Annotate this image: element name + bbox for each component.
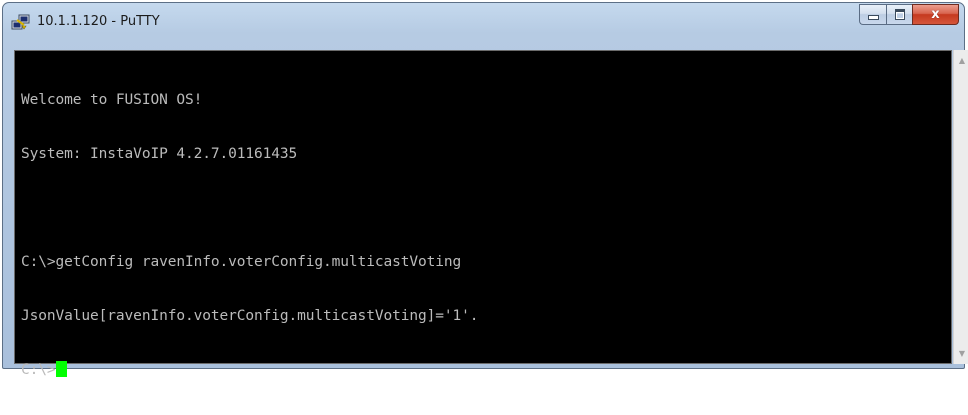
putty-icon[interactable] xyxy=(11,14,31,32)
minimize-icon xyxy=(867,15,879,20)
close-icon: x xyxy=(931,7,940,22)
terminal-text: Welcome to FUSION OS! System: InstaVoIP … xyxy=(21,55,478,415)
scroll-down-button[interactable]: ▼ xyxy=(954,345,968,362)
vertical-scrollbar[interactable]: ▲ ▼ xyxy=(953,50,968,364)
close-button[interactable]: x xyxy=(912,4,959,25)
text-cursor xyxy=(55,361,67,377)
terminal-line: C:\>getConfig ravenInfo.voterConfig.mult… xyxy=(21,254,462,270)
arrow-up-icon: ▲ xyxy=(958,56,966,65)
maximize-icon xyxy=(894,9,905,20)
terminal-output[interactable]: Welcome to FUSION OS! System: InstaVoIP … xyxy=(14,50,952,378)
terminal-line: System: InstaVoIP 4.2.7.01161435 xyxy=(21,146,298,162)
arrow-down-icon: ▼ xyxy=(958,349,966,358)
window-title: 10.1.1.120 - PuTTY xyxy=(37,14,160,29)
title-bar[interactable]: 10.1.1.120 - PuTTY x xyxy=(3,3,964,43)
terminal-line: Welcome to FUSION OS! xyxy=(21,92,203,108)
terminal-line: JsonValue[ravenInfo.voterConfig.multicas… xyxy=(21,308,479,324)
command-prompt: C:\> xyxy=(21,362,56,378)
caption-buttons: x xyxy=(859,4,959,25)
putty-window: 10.1.1.120 - PuTTY x Welcome to FUSION O… xyxy=(2,2,968,378)
prompt-line[interactable]: C:\> xyxy=(21,361,478,379)
scroll-up-button[interactable]: ▲ xyxy=(954,52,968,69)
minimize-button[interactable] xyxy=(859,4,886,25)
maximize-button[interactable] xyxy=(886,4,912,25)
